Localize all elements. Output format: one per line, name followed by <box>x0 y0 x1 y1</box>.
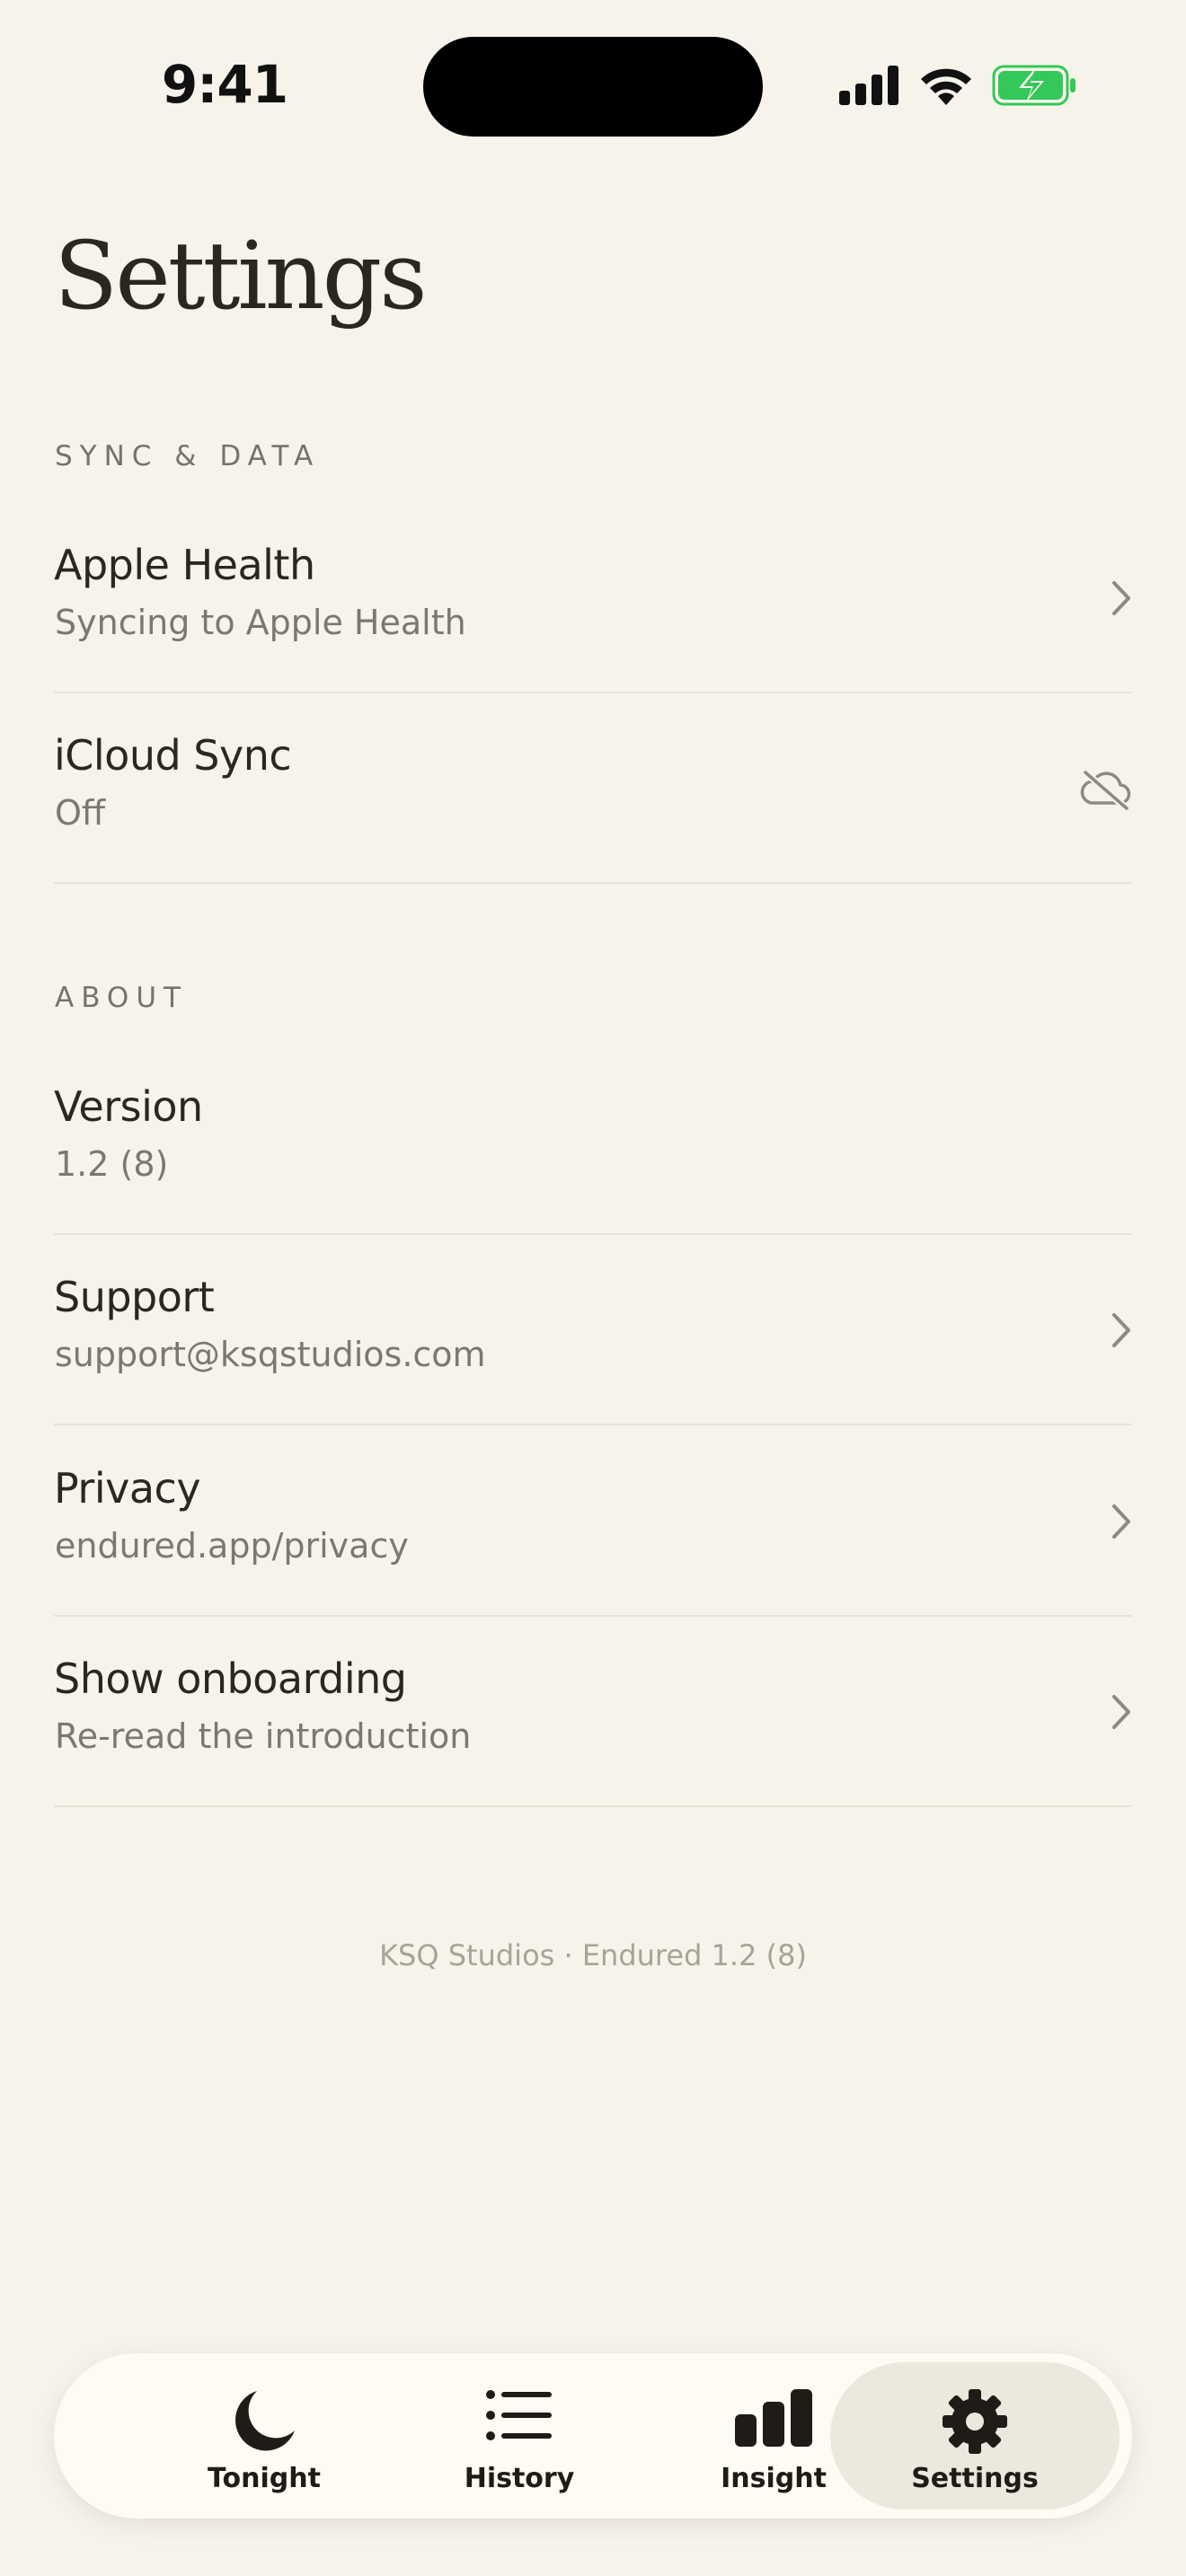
section-label-about: ABOUT <box>55 982 188 1014</box>
tab-label: Tonight <box>208 2463 321 2494</box>
footer-version-text: KSQ Studios · Endured 1.2 (8) <box>379 1938 807 1972</box>
chevron-right-icon <box>1112 1695 1130 1729</box>
support-row[interactable]: Support support@ksqstudios.com <box>54 1235 1132 1425</box>
signal-icon <box>839 66 898 105</box>
moon-icon <box>235 2391 295 2451</box>
row-title: iCloud Sync <box>54 731 292 780</box>
status-time: 9:41 <box>161 54 288 115</box>
page-title: Settings <box>54 221 428 331</box>
tab-label: History <box>464 2463 575 2494</box>
row-subtitle: Re-read the introduction <box>55 1716 472 1756</box>
row-subtitle: endured.app/privacy <box>55 1526 409 1566</box>
apple-health-row[interactable]: Apple Health Syncing to Apple Health <box>54 503 1132 693</box>
bar-chart-icon <box>735 2389 812 2447</box>
gear-icon <box>943 2389 1007 2454</box>
row-title: Version <box>54 1082 203 1131</box>
tab-settings[interactable]: Settings <box>830 2362 1120 2510</box>
list-icon <box>486 2390 552 2440</box>
tab-tonight[interactable]: Tonight <box>119 2362 409 2510</box>
row-subtitle: 1.2 (8) <box>55 1144 169 1184</box>
wifi-icon <box>921 68 971 105</box>
status-bar: 9:41 <box>0 0 1186 171</box>
dynamic-island <box>423 37 763 137</box>
tab-bar: Tonight History Insight Settings <box>54 2353 1132 2519</box>
row-title: Apple Health <box>54 541 315 589</box>
show-onboarding-row[interactable]: Show onboarding Re-read the introduction <box>54 1617 1132 1807</box>
row-subtitle: Syncing to Apple Health <box>55 603 466 642</box>
chevron-right-icon <box>1112 1504 1130 1539</box>
row-subtitle: Off <box>55 793 106 833</box>
chevron-right-icon <box>1112 581 1130 615</box>
section-label-sync-data: SYNC & DATA <box>55 440 321 472</box>
icloud-sync-row[interactable]: iCloud Sync Off <box>54 693 1132 884</box>
battery-charging-icon <box>992 65 1075 106</box>
tab-label: Settings <box>911 2463 1039 2494</box>
row-subtitle: support@ksqstudios.com <box>55 1335 486 1374</box>
chevron-right-icon <box>1112 1313 1130 1347</box>
version-row: Version 1.2 (8) <box>54 1045 1132 1235</box>
cloud-off-icon <box>1080 769 1131 810</box>
tab-history[interactable]: History <box>375 2362 664 2510</box>
row-title: Show onboarding <box>54 1654 407 1703</box>
row-title: Support <box>54 1273 215 1321</box>
row-title: Privacy <box>54 1464 201 1513</box>
privacy-row[interactable]: Privacy endured.app/privacy <box>54 1426 1132 1617</box>
